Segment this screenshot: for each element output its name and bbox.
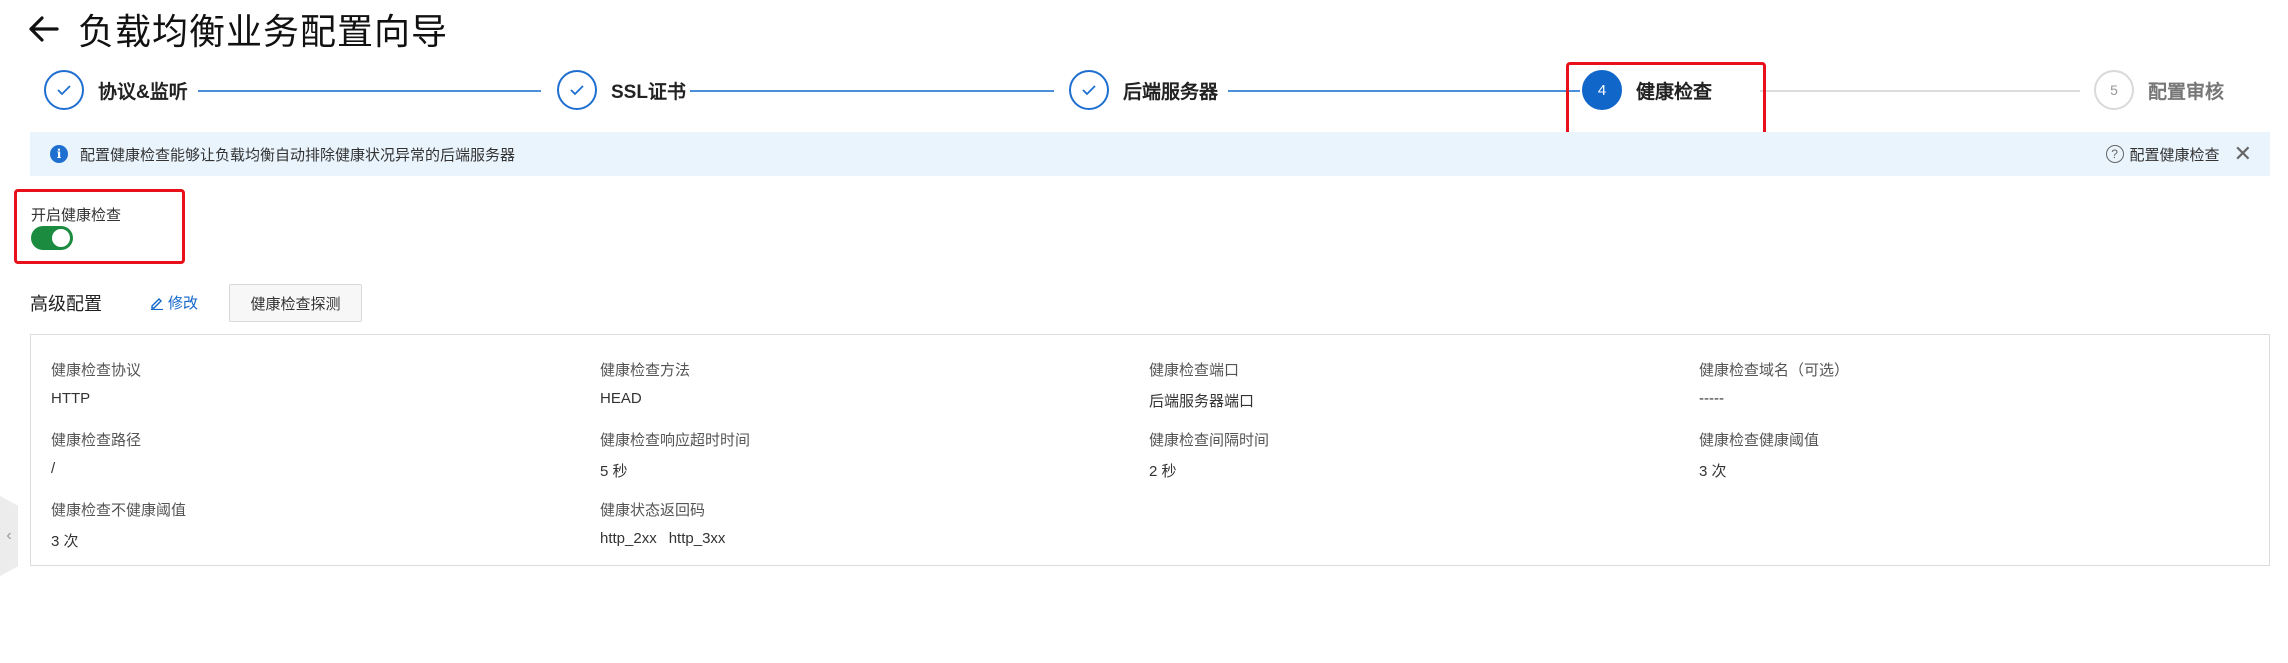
banner-actions: ? 配置健康检查 ✕: [2105, 132, 2252, 176]
field-value: http_2xx http_3xx: [600, 530, 1120, 547]
toggle-knob: [52, 229, 70, 247]
sidebar-collapse-handle[interactable]: ‹: [0, 496, 18, 576]
check-icon: [1069, 70, 1109, 110]
toggle-label: 开启健康检查: [31, 207, 122, 224]
check-icon: [44, 70, 84, 110]
status-code: http_2xx: [600, 530, 657, 547]
field-value: /: [51, 460, 56, 477]
field-label: 健康状态返回码: [600, 502, 706, 519]
field-timeout: 健康检查响应超时时间 5 秒: [600, 429, 1120, 481]
step-backend-servers[interactable]: 后端服务器: [1069, 70, 1218, 110]
field-domain: 健康检查域名（可选） -----: [1699, 359, 2219, 407]
field-protocol: 健康检查协议 HTTP: [51, 359, 571, 407]
step-ssl-certificate[interactable]: SSL证书: [557, 70, 686, 110]
info-banner: i 配置健康检查能够让负载均衡自动排除健康状况异常的后端服务器 ? 配置健康检查…: [30, 132, 2270, 176]
field-value: 3 次: [1699, 463, 1727, 480]
field-label: 健康检查健康阈值: [1699, 432, 1820, 449]
check-icon: [557, 70, 597, 110]
field-value: HTTP: [51, 390, 91, 407]
field-port: 健康检查端口 后端服务器端口: [1149, 359, 1669, 411]
page-header: 负载均衡业务配置向导: [26, 6, 448, 52]
health-check-toggle-section: 开启健康检查: [14, 189, 185, 264]
health-check-details: 健康检查协议 HTTP 健康检查方法 HEAD 健康检查端口 后端服务器端口 健…: [30, 334, 2270, 566]
step-number-badge: 5: [2094, 70, 2134, 110]
field-unhealthy-threshold: 健康检查不健康阈值 3 次: [51, 499, 571, 551]
edit-button[interactable]: 修改: [150, 292, 198, 313]
health-check-probe-button[interactable]: 健康检查探测: [229, 284, 362, 322]
advanced-config-title: 高级配置: [30, 294, 102, 314]
step-label: 后端服务器: [1123, 81, 1219, 103]
page-title: 负载均衡业务配置向导: [78, 11, 449, 52]
field-label: 健康检查不健康阈值: [51, 502, 187, 519]
step-connector: [1760, 90, 2080, 92]
edit-label: 修改: [168, 295, 199, 312]
close-icon[interactable]: ✕: [2234, 143, 2252, 165]
step-config-review[interactable]: 5 配置审核: [2094, 70, 2224, 110]
field-value: 后端服务器端口: [1149, 393, 1255, 410]
field-healthy-threshold: 健康检查健康阈值 3 次: [1699, 429, 2219, 481]
banner-text: 配置健康检查能够让负载均衡自动排除健康状况异常的后端服务器: [80, 146, 516, 164]
step-protocol-listener[interactable]: 协议&监听: [44, 70, 188, 110]
highlight-box: [1566, 62, 1766, 138]
step-label: 协议&监听: [98, 81, 188, 103]
help-icon[interactable]: ?: [2105, 145, 2124, 163]
field-label: 健康检查端口: [1149, 362, 1240, 379]
field-value: HEAD: [600, 390, 642, 407]
chevron-left-icon: ‹: [6, 527, 12, 544]
field-label: 健康检查域名（可选）: [1699, 362, 1850, 379]
field-method: 健康检查方法 HEAD: [600, 359, 1120, 407]
field-value: 2 秒: [1149, 463, 1177, 480]
field-value: 5 秒: [600, 463, 628, 480]
field-label: 健康检查间隔时间: [1149, 432, 1270, 449]
field-label: 健康检查方法: [600, 362, 691, 379]
back-arrow-icon[interactable]: [26, 11, 62, 47]
field-value: -----: [1699, 390, 1724, 407]
step-connector: [198, 90, 541, 92]
field-path: 健康检查路径 /: [51, 429, 571, 477]
pencil-icon: [150, 296, 164, 310]
field-value: 3 次: [51, 533, 79, 550]
field-label: 健康检查响应超时时间: [600, 432, 751, 449]
step-connector: [1228, 90, 1580, 92]
field-label: 健康检查路径: [51, 432, 142, 449]
step-connector: [690, 90, 1054, 92]
info-icon: i: [50, 145, 68, 163]
health-check-toggle[interactable]: [31, 226, 73, 250]
wizard-steps: 协议&监听 SSL证书 后端服务器 4 健康检查 5 配置审核: [0, 60, 2288, 138]
step-label: SSL证书: [611, 81, 686, 103]
field-label: 健康检查协议: [51, 362, 142, 379]
step-label: 配置审核: [2148, 81, 2225, 103]
help-link[interactable]: 配置健康检查: [2130, 144, 2220, 165]
status-code: http_3xx: [668, 530, 726, 547]
field-status-codes: 健康状态返回码 http_2xx http_3xx: [600, 499, 1120, 547]
field-interval: 健康检查间隔时间 2 秒: [1149, 429, 1669, 481]
